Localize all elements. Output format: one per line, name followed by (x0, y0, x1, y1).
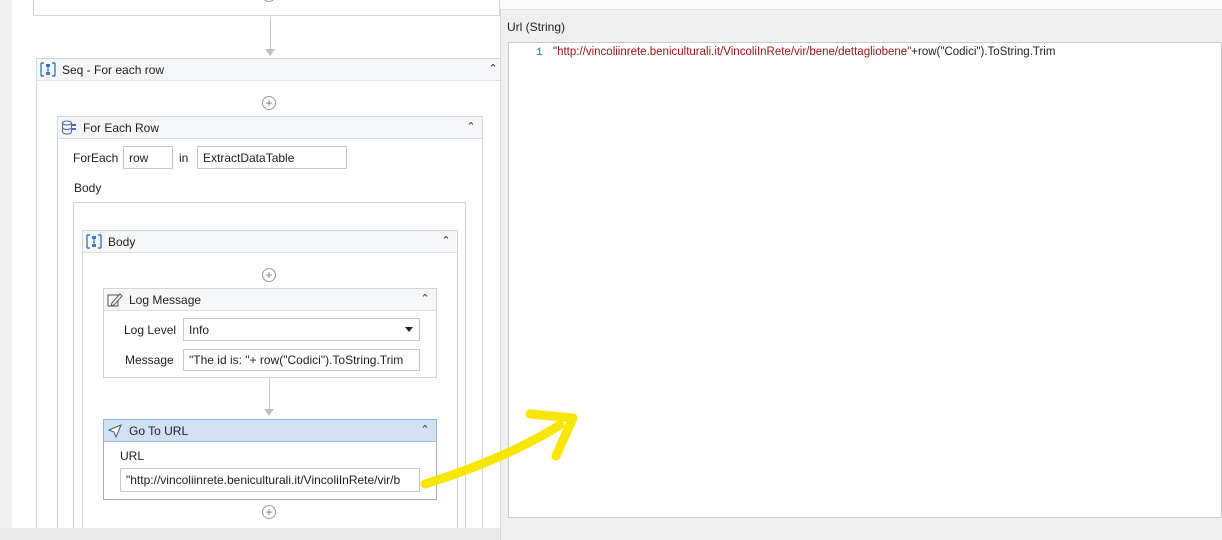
line-number: 1 (536, 47, 543, 59)
body-label: Body (74, 181, 102, 195)
editor-panel-top-bar (500, 0, 1222, 10)
previous-activity[interactable]: + (33, 0, 500, 16)
double-chevron-up-icon[interactable]: ⌃ (486, 62, 500, 76)
sequence-title: Seq - For each row (62, 62, 165, 77)
sequence-icon (40, 62, 56, 77)
add-activity-icon[interactable]: + (262, 268, 276, 282)
code-string-literal: "http://vincoliinrete.beniculturali.it/V… (553, 46, 912, 58)
body-sequence-header[interactable]: Body ⌃ (83, 231, 457, 253)
add-activity-icon[interactable]: + (262, 0, 276, 2)
foreach-item-input[interactable]: row (123, 146, 173, 169)
connector-line (270, 18, 271, 49)
connector-line (269, 378, 270, 409)
log-message-title: Log Message (129, 292, 202, 307)
in-label: in (179, 151, 189, 165)
sequence-icon (86, 234, 102, 249)
code-expression-rest: +row("Codici").ToString.Trim (911, 46, 1056, 58)
for-each-row-header[interactable]: For Each Row ⌃ (58, 117, 482, 139)
message-label: Message (125, 353, 174, 367)
go-to-url-header[interactable]: Go To URL ⌃ (104, 420, 436, 442)
log-level-label: Log Level (124, 323, 177, 337)
log-level-value: Info (189, 322, 210, 337)
double-chevron-up-icon[interactable]: ⌃ (418, 423, 432, 437)
sequence-header[interactable]: Seq - For each row ⌃ (37, 59, 502, 81)
add-activity-icon[interactable]: + (262, 505, 276, 519)
for-each-row-title: For Each Row (83, 120, 160, 135)
add-activity-icon[interactable]: + (262, 96, 276, 110)
double-chevron-up-icon[interactable]: ⌃ (439, 234, 453, 248)
body-sequence-title: Body (108, 234, 136, 249)
url-input[interactable]: "http://vincoliinrete.beniculturali.it/V… (120, 468, 420, 492)
double-chevron-up-icon[interactable]: ⌃ (418, 292, 432, 306)
navigate-arrow-icon (107, 424, 122, 438)
double-chevron-up-icon[interactable]: ⌃ (464, 120, 478, 134)
log-level-select[interactable]: Info (183, 318, 420, 341)
log-pen-icon (107, 293, 123, 307)
message-input[interactable]: "The id is: "+ row("Codici").ToString.Tr… (183, 349, 420, 371)
expression-editor-title: Url (String) (507, 20, 566, 34)
url-label: URL (120, 449, 145, 463)
foreach-collection-input[interactable]: ExtractDataTable (197, 146, 347, 169)
expression-editor-textarea[interactable] (508, 42, 1222, 518)
connector-arrow-icon (264, 409, 274, 416)
foreach-label: ForEach (73, 151, 119, 165)
chevron-down-icon[interactable] (405, 327, 413, 332)
go-to-url-title: Go To URL (129, 423, 189, 438)
database-rows-icon (61, 120, 76, 135)
connector-arrow-icon (265, 49, 275, 56)
expression-code-line[interactable]: "http://vincoliinrete.beniculturali.it/V… (553, 46, 1055, 58)
horizontal-scrollbar[interactable] (0, 528, 500, 540)
log-message-header[interactable]: Log Message ⌃ (104, 289, 436, 311)
